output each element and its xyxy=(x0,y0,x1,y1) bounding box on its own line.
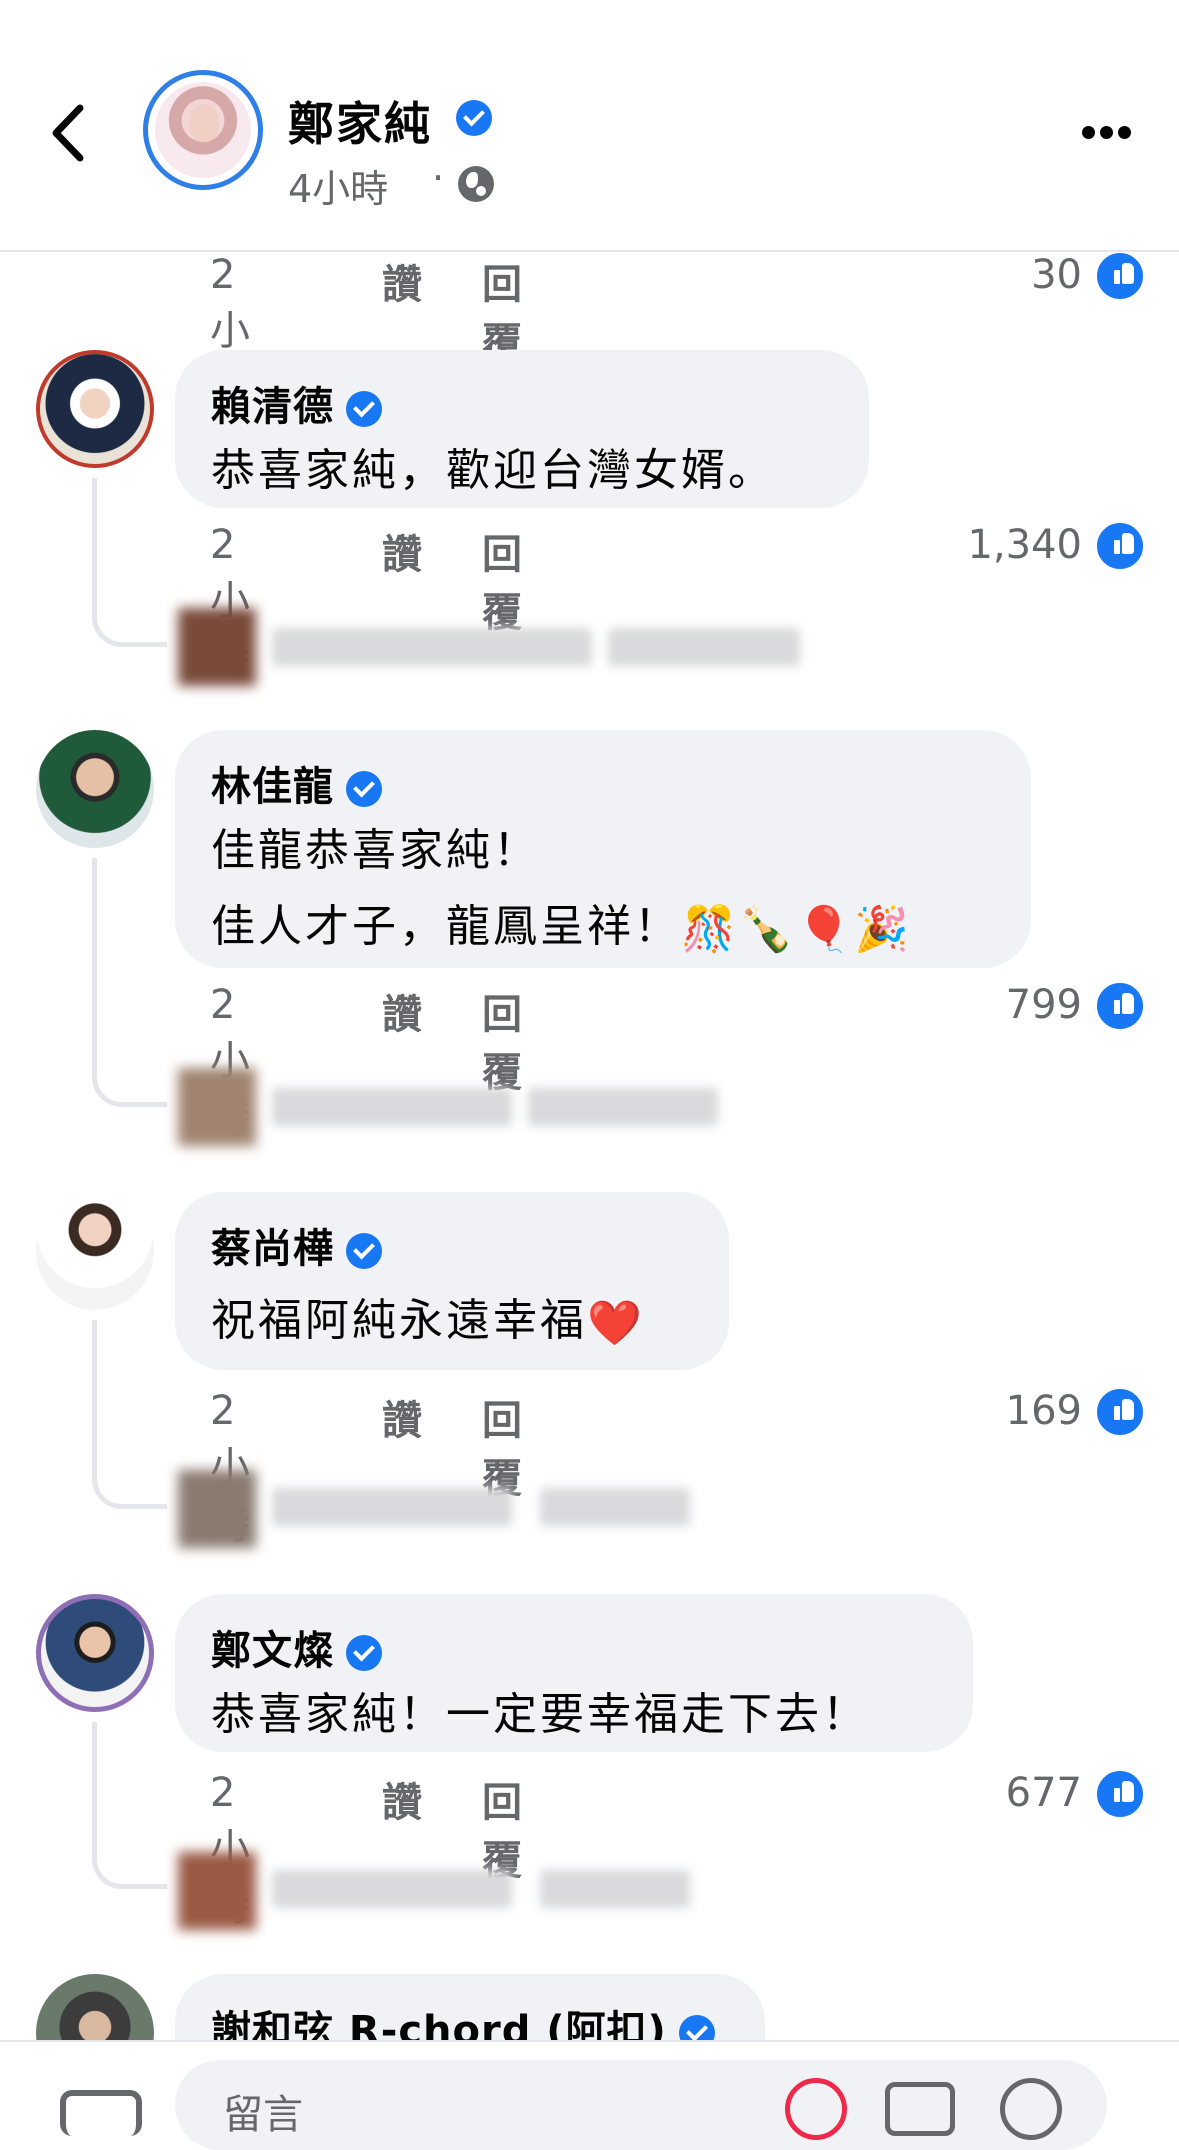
thread-line xyxy=(92,1832,167,1889)
post-header: 鄭家純 4小時 · xyxy=(0,0,1179,252)
reply-preview-blurred xyxy=(540,1488,690,1526)
comment-bubble[interactable]: 蔡尚樺 祝福阿純永遠幸福❤️ xyxy=(175,1192,729,1370)
comment-text: 恭喜家純，歡迎台灣女婿。 xyxy=(211,445,775,496)
separator-dot: · xyxy=(432,156,445,200)
sticker-icon[interactable] xyxy=(785,2078,847,2140)
reply-preview-blurred xyxy=(540,1870,690,1908)
thread-line xyxy=(92,1030,167,1107)
comment-author[interactable]: 鄭文燦 xyxy=(211,1618,382,1676)
thread-line xyxy=(92,858,97,1058)
reply-button[interactable]: 回覆 xyxy=(482,1770,522,1886)
reply-preview-blurred xyxy=(528,1088,718,1126)
camera-icon[interactable] xyxy=(60,2090,142,2136)
globe-icon xyxy=(458,166,494,202)
reply-preview-blurred[interactable] xyxy=(272,1088,512,1126)
reaction-count[interactable]: 30 xyxy=(882,252,1082,298)
reply-button[interactable]: 回覆 xyxy=(482,982,522,1098)
like-button[interactable]: 讚 xyxy=(382,252,422,310)
page-name[interactable]: 鄭家純 xyxy=(288,88,432,154)
emoji: 🎈 xyxy=(796,904,855,955)
verified-badge-icon xyxy=(346,1233,382,1269)
thread-line xyxy=(92,560,167,647)
emoji: 🎊 xyxy=(681,904,739,955)
reply-avatar-blurred xyxy=(178,1470,256,1548)
reply-button[interactable]: 回覆 xyxy=(482,522,522,638)
reply-preview-blurred[interactable] xyxy=(272,628,592,666)
avatar[interactable] xyxy=(36,1192,154,1310)
comment-composer: 留言 xyxy=(0,2040,1179,2150)
comment-text: 佳龍恭喜家純！ xyxy=(211,825,540,876)
comment-placeholder: 留言 xyxy=(223,2092,303,2138)
emoji-icon[interactable] xyxy=(1000,2078,1062,2140)
reply-preview-blurred[interactable] xyxy=(272,1488,512,1526)
heart-emoji: ❤️ xyxy=(587,1298,645,1349)
comment-bubble[interactable]: 林佳龍 佳龍恭喜家純！ 佳人才子，龍鳳呈祥！🎊🍾🎈🎉 xyxy=(175,730,1031,968)
like-reaction-icon xyxy=(1094,1768,1146,1820)
comment-text-line: 祝福阿純永遠幸福❤️ xyxy=(211,1295,645,1349)
avatar[interactable] xyxy=(36,350,154,468)
verified-badge-icon xyxy=(346,391,382,427)
post-time[interactable]: 4小時 xyxy=(288,158,388,213)
like-button[interactable]: 讚 xyxy=(382,522,422,580)
avatar[interactable] xyxy=(36,730,154,848)
like-reaction-icon xyxy=(1094,520,1146,572)
emoji: 🎉 xyxy=(854,904,913,955)
reaction-count[interactable]: 799 xyxy=(882,982,1082,1028)
reaction-count[interactable]: 677 xyxy=(882,1770,1082,1816)
reply-avatar-blurred xyxy=(178,608,256,686)
back-arrow-icon[interactable] xyxy=(46,100,90,166)
verified-badge-icon xyxy=(346,1635,382,1671)
reply-button[interactable]: 回覆 xyxy=(482,1388,522,1504)
like-button[interactable]: 讚 xyxy=(382,1388,422,1446)
comment-author[interactable]: 賴清德 xyxy=(211,374,382,432)
reaction-count[interactable]: 169 xyxy=(882,1388,1082,1434)
comment-author[interactable]: 蔡尚樺 xyxy=(211,1216,382,1274)
like-button[interactable]: 讚 xyxy=(382,982,422,1040)
page-avatar[interactable] xyxy=(143,70,263,190)
reply-avatar-blurred xyxy=(178,1068,256,1146)
gif-icon[interactable] xyxy=(885,2082,955,2136)
like-reaction-icon xyxy=(1094,250,1146,302)
thread-line xyxy=(92,1450,167,1509)
comment-bubble[interactable]: 鄭文燦 恭喜家純！一定要幸福走下去！ xyxy=(175,1594,973,1752)
more-icon[interactable] xyxy=(1082,126,1132,140)
comment-input[interactable]: 留言 xyxy=(175,2060,1107,2150)
comment-bubble[interactable]: 賴清德 恭喜家純，歡迎台灣女婿。 xyxy=(175,350,869,508)
reply-preview-blurred[interactable] xyxy=(272,1870,512,1908)
verified-badge-icon xyxy=(456,100,492,136)
reply-preview-blurred xyxy=(608,628,800,666)
like-button[interactable]: 讚 xyxy=(382,1770,422,1828)
comment-text-line: 佳人才子，龍鳳呈祥！🎊🍾🎈🎉 xyxy=(211,901,913,955)
reaction-count[interactable]: 1,340 xyxy=(882,522,1082,568)
reply-avatar-blurred xyxy=(178,1852,256,1930)
emoji: 🍾 xyxy=(738,904,797,955)
like-reaction-icon xyxy=(1094,980,1146,1032)
comment-text: 恭喜家純！一定要幸福走下去！ xyxy=(211,1689,869,1740)
verified-badge-icon xyxy=(346,771,382,807)
avatar[interactable] xyxy=(36,1594,154,1712)
like-reaction-icon xyxy=(1094,1386,1146,1438)
comment-author[interactable]: 林佳龍 xyxy=(211,754,382,812)
